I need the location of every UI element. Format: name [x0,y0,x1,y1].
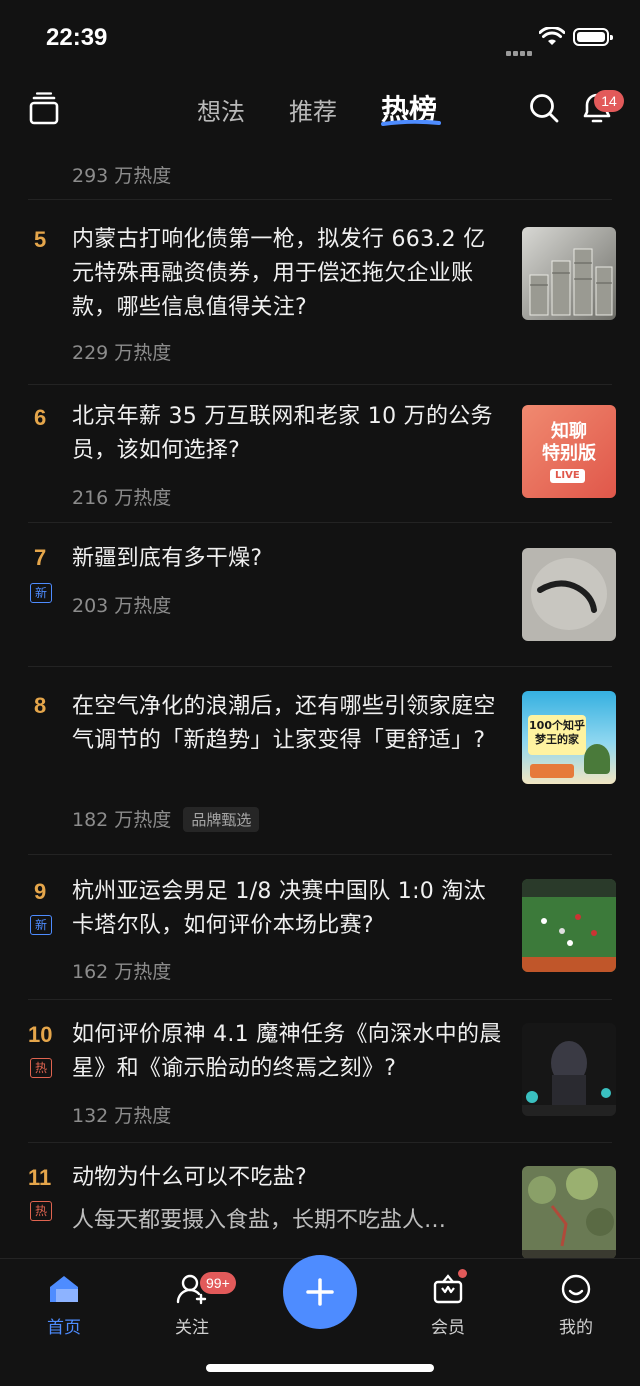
list-item[interactable]: 11 热 动物为什么可以不吃盐? 人每天都要摄入食盐，长期不吃盐人… [0,1143,640,1258]
heat-count: 293 万热度 [72,165,172,187]
tab-vip[interactable]: 会员 [408,1273,488,1338]
rank-number: 7 [34,545,47,570]
item-title: 在空气净化的浪潮后，还有哪些引领家庭空气调节的「新趋势」让家变得「更舒适」? [72,694,496,753]
live-show-thumbnail: 知聊 特别版 LIVE [522,405,616,498]
plus-icon [306,1278,334,1306]
rank-number: 10 [28,1022,53,1047]
tab-label: 会员 [431,1318,465,1338]
live-badge: LIVE [550,469,585,483]
rank-number: 6 [34,405,47,430]
heat-count: 132 万热度 [72,1105,172,1127]
heat-count: 229 万热度 [72,342,172,364]
hot-tag: 热 [30,1201,52,1221]
thumb-text: 特别版 [542,443,596,464]
list-item[interactable]: 6 北京年薪 35 万互联网和老家 10 万的公务员，该如何选择? 216 万热… [0,385,640,523]
home-indicator [206,1364,434,1372]
follow-count-badge: 99+ [200,1272,236,1294]
active-tab-underline [381,120,441,126]
coins-thumbnail [522,227,616,320]
home-icon [50,1276,78,1302]
tab-profile[interactable]: 我的 [536,1273,616,1338]
thumb-text: 100个知乎 [529,719,585,732]
tab-label: 关注 [175,1318,209,1338]
top-navigation: 想法 推荐 热榜 14 [0,84,640,134]
brand-select-badge: 品牌甄选 [183,807,260,832]
wifi-icon [539,27,565,45]
rank-number: 11 [28,1165,52,1190]
hot-tag: 热 [30,1058,52,1078]
list-item[interactable]: 10 热 如何评价原神 4.1 魔神任务《向深水中的晨星》和《谕示胎动的终焉之刻… [0,1000,640,1143]
battery-icon [573,28,613,46]
item-title: 内蒙古打响化债第一枪，拟发行 663.2 亿元特殊再融资债券，用于偿还拖欠企业账… [72,227,486,320]
new-tag: 新 [30,915,52,935]
tab-label: 首页 [47,1318,81,1338]
wildlife-thumbnail [522,1166,616,1258]
heat-value: 182 万热度 [72,809,172,831]
status-time: 22:39 [46,24,108,51]
list-item[interactable]: 9 新 杭州亚运会男足 1/8 决赛中国队 1:0 淘汰卡塔尔队，如何评价本场比… [0,855,640,1000]
create-button[interactable] [283,1255,357,1329]
heat-count: 216 万热度 [72,487,172,509]
ad-thumbnail: 100个知乎 梦王的家 [522,691,616,784]
item-title: 新疆到底有多干燥? [72,546,263,571]
hot-list: 293 万热度 5 内蒙古打响化债第一枪，拟发行 663.2 亿元特殊再融资债券… [0,140,640,1258]
tab-home[interactable]: 首页 [24,1273,104,1338]
rank-number: 5 [34,227,47,252]
heat-count: 162 万热度 [72,961,172,983]
cellular-signal-icon [506,41,534,60]
item-title: 杭州亚运会男足 1/8 决赛中国队 1:0 淘汰卡塔尔队，如何评价本场比赛? [72,879,486,938]
tab-label: 我的 [559,1318,593,1338]
search-icon[interactable] [528,92,560,124]
vip-dot-badge [458,1269,467,1278]
dry-object-thumbnail [522,548,616,641]
tab-recommend[interactable]: 推荐 [289,92,337,127]
rank-number: 9 [34,879,47,904]
thumb-text: 梦王的家 [535,733,579,746]
list-item[interactable]: 8 在空气净化的浪潮后，还有哪些引领家庭空气调节的「新趋势」让家变得「更舒适」?… [0,667,640,855]
rank-number: 8 [34,693,47,718]
list-item-partial[interactable]: 293 万热度 [0,140,640,200]
profile-icon [561,1274,591,1304]
list-item[interactable]: 7 新 新疆到底有多干燥? 203 万热度 [0,523,640,667]
heat-count: 182 万热度 品牌甄选 [72,805,260,832]
soccer-match-thumbnail [522,879,616,972]
vip-icon [433,1274,463,1304]
stage-performance-thumbnail [522,1023,616,1116]
item-title: 如何评价原神 4.1 魔神任务《向深水中的晨星》和《谕示胎动的终焉之刻》? [72,1022,502,1081]
tab-ideas[interactable]: 想法 [197,92,245,127]
status-bar: 22:39 [0,0,640,80]
item-excerpt: 人每天都要摄入食盐，长期不吃盐人… [72,1208,447,1233]
item-title: 动物为什么可以不吃盐? [72,1165,307,1190]
notification-badge: 14 [594,90,624,112]
list-item[interactable]: 5 内蒙古打响化债第一枪，拟发行 663.2 亿元特殊再融资债券，用于偿还拖欠企… [0,200,640,385]
heat-count: 203 万热度 [72,595,172,617]
item-title: 北京年薪 35 万互联网和老家 10 万的公务员，该如何选择? [72,404,493,463]
thumb-text: 知聊 [551,421,587,442]
new-tag: 新 [30,583,52,603]
